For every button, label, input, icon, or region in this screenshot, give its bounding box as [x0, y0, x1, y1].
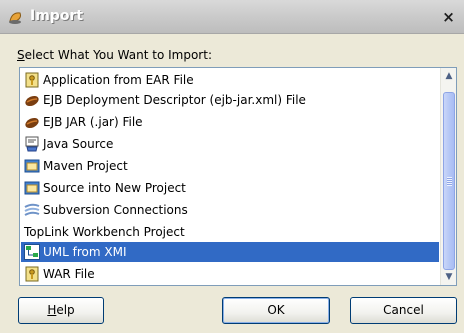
java-source-icon	[25, 136, 39, 152]
scroll-grip-icon	[447, 177, 452, 186]
list-item-uml-from-xmi[interactable]: UML from XMI	[21, 242, 439, 262]
list-item-application-from-ear[interactable]: Application from EAR File	[21, 70, 439, 90]
war-file-icon	[25, 266, 39, 282]
list-item-label: Maven Project	[43, 159, 128, 173]
folder-icon	[24, 159, 40, 173]
prompt-text: elect What You Want to Import:	[24, 48, 212, 62]
help-label: elp	[56, 303, 75, 317]
list-item-ejb-deployment-descriptor[interactable]: EJB Deployment Descriptor (ejb-jar.xml) …	[21, 90, 439, 110]
scroll-down-arrow-icon[interactable]: ▼	[441, 269, 456, 285]
list-item-label: WAR File	[43, 267, 95, 281]
cancel-button[interactable]: Cancel	[350, 297, 457, 324]
help-accel: H	[47, 303, 57, 317]
prompt-accel: S	[17, 48, 25, 62]
list-item-label: Subversion Connections	[43, 203, 188, 217]
folder-icon	[24, 181, 40, 195]
list-item-toplink-workbench-project[interactable]: TopLink Workbench Project	[21, 222, 439, 242]
subversion-icon	[24, 203, 40, 216]
list-item-label: UML from XMI	[43, 245, 127, 259]
list-item-war-file[interactable]: WAR File	[21, 264, 439, 284]
list-scrollbar[interactable]: ▲ ▼	[440, 68, 456, 285]
bean-icon	[25, 117, 39, 129]
ok-button[interactable]: OK	[222, 297, 330, 324]
scroll-up-arrow-icon[interactable]: ▲	[441, 68, 456, 84]
import-type-list[interactable]: Application from EAR File EJB Deployment…	[19, 67, 457, 286]
list-item-source-into-new-project[interactable]: Source into New Project	[21, 178, 439, 198]
list-viewport: Application from EAR File EJB Deployment…	[20, 68, 439, 285]
title-bar[interactable]: Import ×	[0, 0, 464, 34]
ear-file-icon	[25, 72, 39, 88]
import-prompt-label: Select What You Want to Import:	[17, 48, 212, 62]
bean-icon	[25, 95, 39, 107]
list-item-label: Java Source	[43, 137, 114, 151]
scroll-thumb[interactable]	[443, 92, 455, 270]
window-title: Import	[30, 8, 84, 24]
list-item-label: TopLink Workbench Project	[24, 225, 185, 239]
list-item-label: Source into New Project	[43, 181, 186, 195]
help-button[interactable]: Help	[18, 297, 104, 324]
list-item-java-source[interactable]: Java Source	[21, 134, 439, 154]
list-item-subversion-connections[interactable]: Subversion Connections	[21, 200, 439, 220]
close-icon: ×	[442, 8, 455, 26]
list-item-maven-project[interactable]: Maven Project	[21, 156, 439, 176]
jdeveloper-icon	[9, 12, 21, 24]
close-button[interactable]: ×	[441, 10, 456, 25]
list-item-ejb-jar[interactable]: EJB JAR (.jar) File	[21, 112, 439, 132]
list-item-label: EJB JAR (.jar) File	[43, 115, 143, 129]
list-item-label: Application from EAR File	[43, 73, 194, 87]
uml-icon	[24, 244, 40, 260]
list-item-label: EJB Deployment Descriptor (ejb-jar.xml) …	[43, 93, 306, 107]
